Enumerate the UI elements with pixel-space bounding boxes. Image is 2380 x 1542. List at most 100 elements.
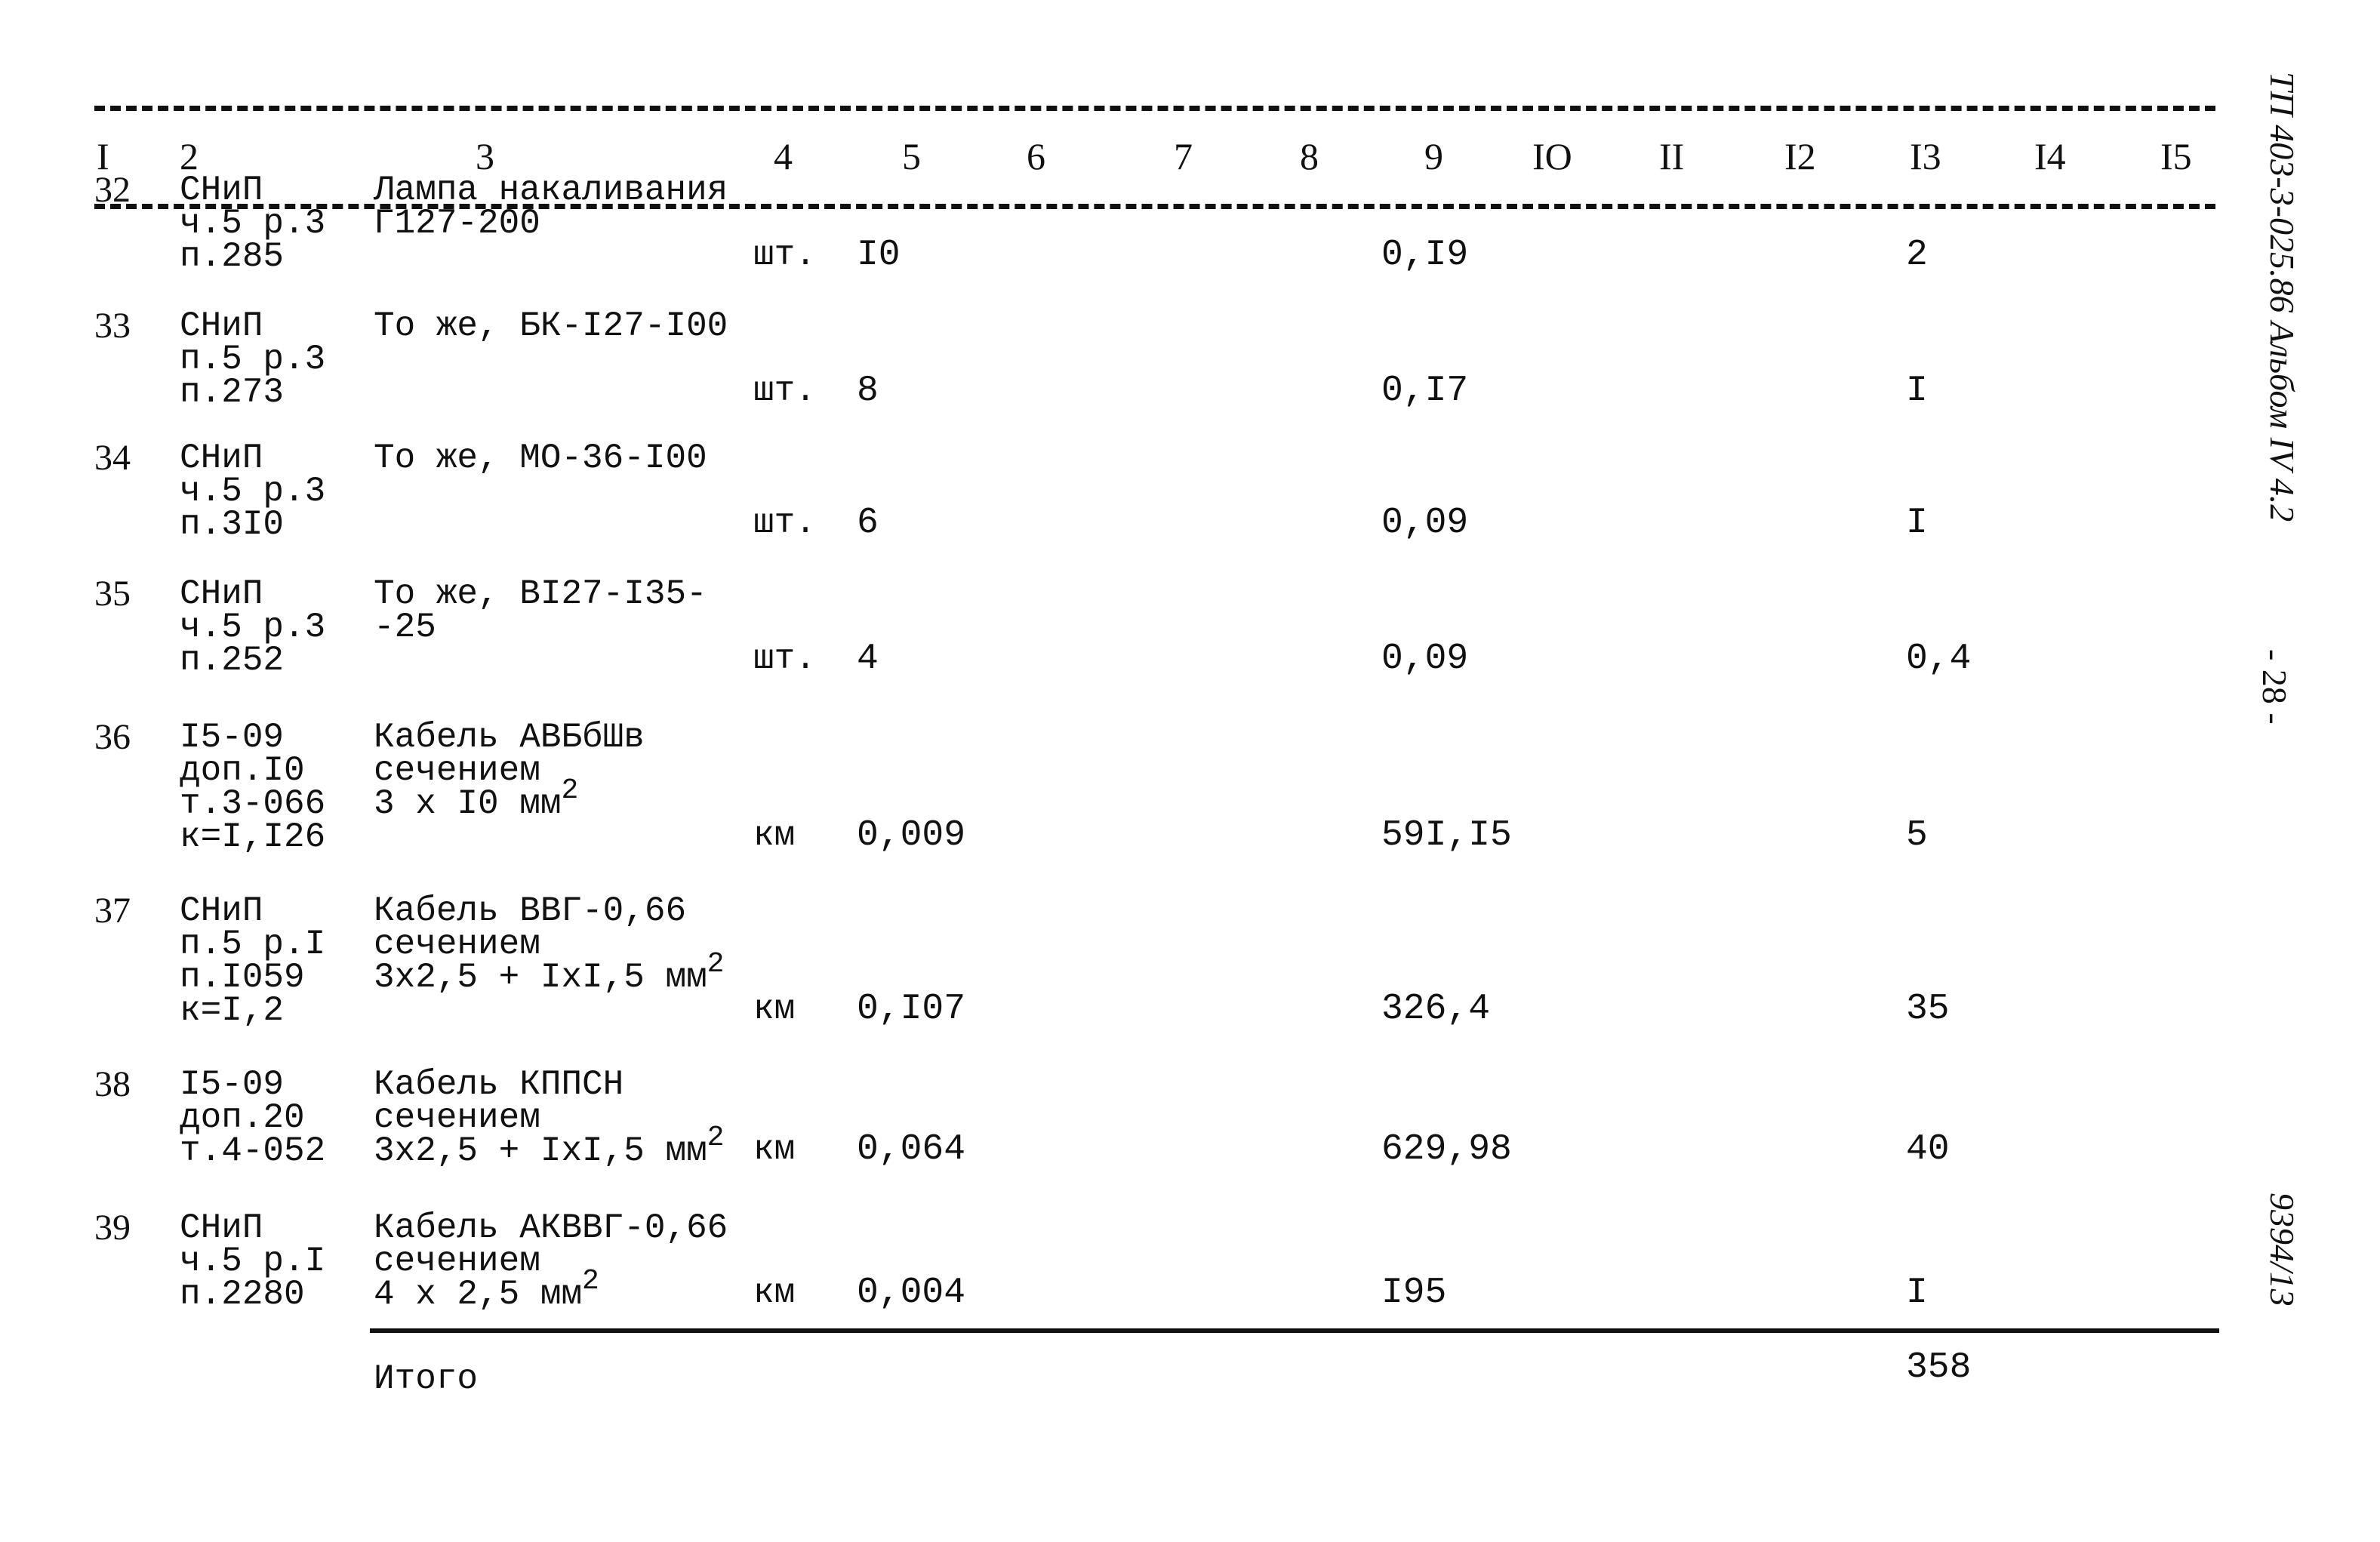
col-header-15: I5 (2160, 135, 2192, 177)
description-line: 4 х 2,5 мм2 (374, 1265, 599, 1314)
row-number: 36 (94, 717, 131, 757)
row-number: 32 (94, 170, 131, 210)
description-line: сечением (374, 925, 540, 964)
unit-price: 0,I9 (1381, 235, 1469, 275)
row-number: 34 (94, 438, 131, 478)
quantity: 8 (857, 371, 879, 411)
total-col13: 358 (1906, 1347, 1972, 1388)
norm-reference-line: п.I059 (180, 958, 305, 997)
total-cost: 35 (1906, 989, 1950, 1030)
unit-price: 0,09 (1381, 503, 1469, 543)
description-line: То же, БК-I27-I00 (374, 306, 728, 346)
total-label: Итого (374, 1359, 479, 1399)
norm-reference-line: доп.I0 (180, 751, 305, 790)
quantity: 0,004 (857, 1273, 966, 1313)
norm-reference-line: т.4-052 (180, 1131, 326, 1171)
unit: шт. (753, 503, 816, 543)
norm-reference-line: ч.5 р.3 (180, 472, 326, 511)
norm-reference-line: СНиП (180, 306, 263, 346)
total-cost: I (1906, 371, 1928, 411)
superscript-exponent: 2 (561, 774, 579, 807)
unit: км (753, 1130, 796, 1169)
unit-price: 326,4 (1381, 989, 1491, 1030)
col-header-14: I4 (2034, 135, 2066, 177)
row-number: 33 (94, 306, 131, 346)
col-header-10: IO (1532, 135, 1572, 177)
row-number: 37 (94, 891, 131, 931)
description-line: 3х2,5 + IхI,5 мм2 (374, 948, 725, 997)
description-line: Кабель КППСН (374, 1065, 624, 1104)
unit-price: I95 (1381, 1273, 1447, 1313)
unit-price: 629,98 (1381, 1129, 1512, 1170)
quantity: 4 (857, 639, 879, 679)
description-line: Кабель АКВВГ-0,66 (374, 1208, 728, 1248)
quantity: 0,064 (857, 1129, 966, 1170)
superscript-exponent: 2 (582, 1265, 599, 1297)
col-header-11: II (1659, 135, 1685, 177)
norm-reference-line: п.273 (180, 373, 285, 412)
col-header-8: 8 (1300, 135, 1319, 177)
margin-page-number: - 28 - (2255, 649, 2294, 725)
total-cost: 2 (1906, 235, 1928, 275)
unit-price: 0,I7 (1381, 371, 1469, 411)
col-header-6: 6 (1027, 135, 1045, 177)
norm-reference-line: ч.5 р.3 (180, 608, 326, 647)
col-header-7: 7 (1174, 135, 1193, 177)
description-line: Кабель АВБбШв (374, 718, 645, 757)
margin-doc-code: ТП 403-3-025.86 Альбом IV 4.2 (2263, 72, 2301, 522)
unit-price: 0,09 (1381, 639, 1469, 679)
quantity: I0 (857, 235, 901, 275)
norm-reference-line: к=I,2 (180, 991, 285, 1030)
col-header-4: 4 (774, 135, 793, 177)
unit-price: 59I,I5 (1381, 815, 1512, 856)
norm-reference-line: п.5 р.I (180, 925, 326, 964)
norm-reference-line: I5-09 (180, 718, 285, 757)
norm-reference-line: п.3I0 (180, 505, 285, 544)
norm-reference-line: СНиП (180, 439, 263, 478)
description-line: Лампа накаливания (374, 171, 728, 210)
total-cost: 5 (1906, 815, 1928, 856)
col-header-5: 5 (902, 135, 921, 177)
norm-reference-line: п.2280 (180, 1275, 305, 1314)
header-top-dashed-rule (94, 106, 2215, 111)
row-number: 39 (94, 1208, 131, 1248)
norm-reference-line: т.3-066 (180, 784, 326, 823)
norm-reference-line: СНиП (180, 171, 263, 210)
description-line: сечением (374, 751, 540, 790)
total-cost: I (1906, 1273, 1928, 1313)
margin-inventory-number: 9394/13 (2263, 1193, 2301, 1307)
total-cost: I (1906, 503, 1928, 543)
norm-reference-line: СНиП (180, 891, 263, 931)
quantity: 0,I07 (857, 989, 966, 1030)
row-number: 38 (94, 1064, 131, 1104)
quantity: 6 (857, 503, 879, 543)
total-cost: 40 (1906, 1129, 1950, 1170)
unit: км (753, 1273, 796, 1313)
norm-reference-line: ч.5 р.3 (180, 204, 326, 243)
description-line: То же, МО-36-I00 (374, 439, 707, 478)
norm-reference-line: I5-09 (180, 1065, 285, 1104)
unit: км (753, 816, 796, 855)
superscript-exponent: 2 (707, 1122, 725, 1154)
norm-reference-line: к=I,I26 (180, 817, 326, 857)
unit: шт. (753, 639, 816, 679)
unit: шт. (753, 371, 816, 411)
norm-reference-line: п.252 (180, 641, 285, 680)
total-rule (370, 1328, 2219, 1333)
description-line: Г127-200 (374, 204, 540, 243)
unit: шт. (753, 235, 816, 275)
norm-reference-line: СНиП (180, 574, 263, 614)
description-line: сечением (374, 1242, 540, 1281)
description-line: -25 (374, 608, 436, 647)
description-line: 3 х I0 мм2 (374, 774, 579, 823)
col-header-13: I3 (1910, 135, 1941, 177)
description-line: сечением (374, 1098, 540, 1137)
unit: км (753, 990, 796, 1029)
quantity: 0,009 (857, 815, 966, 856)
col-header-12: I2 (1784, 135, 1816, 177)
superscript-exponent: 2 (707, 948, 725, 980)
description-line: 3х2,5 + IхI,5 мм2 (374, 1122, 725, 1171)
col-header-9: 9 (1424, 135, 1443, 177)
norm-reference-line: доп.20 (180, 1098, 305, 1137)
row-number: 35 (94, 574, 131, 614)
